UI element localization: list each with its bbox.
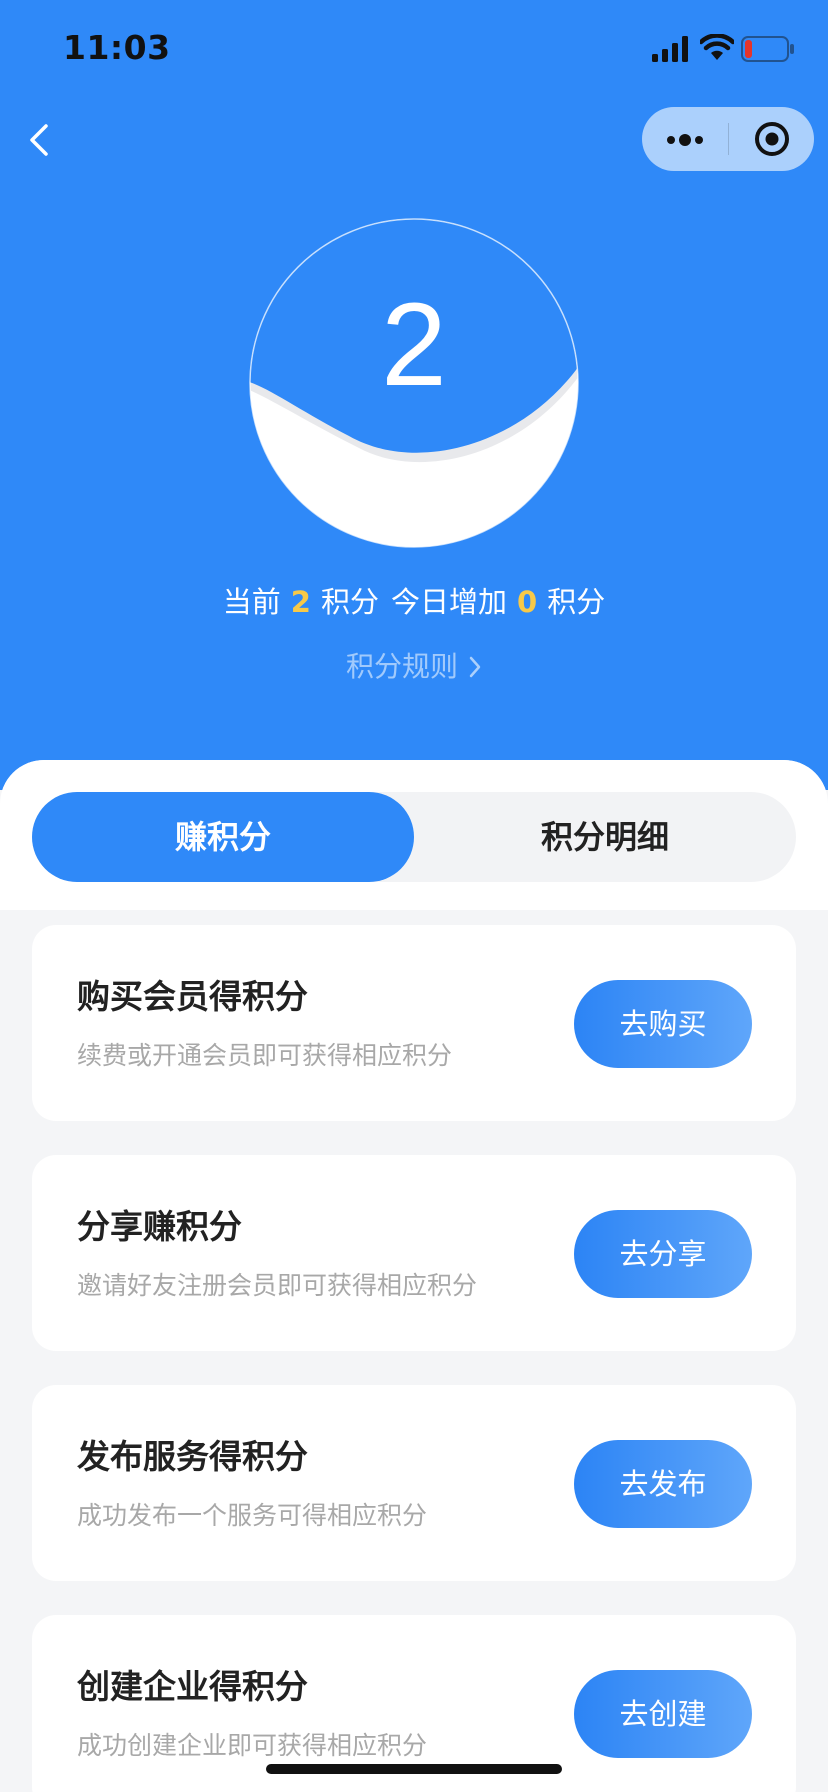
task-description: 续费或开通会员即可获得相应积分 <box>77 1041 453 1070</box>
task-card-publish-service: 发布服务得积分 成功发布一个服务可得相应积分 去发布 <box>32 1385 796 1581</box>
content-sheet: 赚积分 积分明细 购买会员得积分 续费或开通会员即可获得相应积分 去购买 分享赚… <box>0 760 828 1792</box>
rules-link-label: 积分规则 <box>345 650 458 683</box>
points-rules-link[interactable]: 积分规则 <box>0 645 828 689</box>
back-button[interactable] <box>22 118 62 162</box>
chevron-left-icon <box>30 124 48 156</box>
points-summary: 当前 2 积分 今日增加 0 积分 <box>0 580 828 624</box>
target-close-icon <box>755 122 789 156</box>
cellular-signal-icon <box>652 36 688 62</box>
share-button[interactable]: 去分享 <box>574 1210 752 1298</box>
tabs-container: 赚积分 积分明细 <box>0 760 828 910</box>
wifi-icon <box>700 34 734 60</box>
task-description: 成功发布一个服务可得相应积分 <box>77 1501 428 1530</box>
tab-bar: 赚积分 积分明细 <box>32 792 796 882</box>
points-unit-label: 积分 <box>320 585 379 619</box>
today-added-count: 0 <box>517 585 538 619</box>
task-title: 创建企业得积分 <box>77 1667 308 1706</box>
summary-prefix: 当前 <box>222 585 281 619</box>
points-balance: 2 <box>381 279 447 411</box>
task-card-share: 分享赚积分 邀请好友注册会员即可获得相应积分 去分享 <box>32 1155 796 1351</box>
current-points-count: 2 <box>290 585 311 619</box>
buy-button[interactable]: 去购买 <box>574 980 752 1068</box>
task-title: 购买会员得积分 <box>77 977 308 1016</box>
more-dots-icon <box>667 134 703 146</box>
more-options-button[interactable] <box>642 107 728 171</box>
tab-earn-points[interactable]: 赚积分 <box>32 792 414 882</box>
points-header: 11:03 2 当前 2 积分 今日增加 0 积分 积分规则 <box>0 0 828 790</box>
tab-points-detail[interactable]: 积分明细 <box>414 792 796 882</box>
home-indicator <box>266 1764 562 1774</box>
task-description: 邀请好友注册会员即可获得相应积分 <box>77 1271 478 1300</box>
create-button[interactable]: 去创建 <box>574 1670 752 1758</box>
publish-button[interactable]: 去发布 <box>574 1440 752 1528</box>
close-mini-program-button[interactable] <box>729 107 814 171</box>
task-title: 发布服务得积分 <box>77 1437 308 1476</box>
task-title: 分享赚积分 <box>77 1207 242 1246</box>
battery-low-icon <box>741 36 794 62</box>
mini-program-capsule <box>642 107 814 171</box>
task-description: 成功创建企业即可获得相应积分 <box>77 1731 428 1760</box>
status-bar: 11:03 <box>0 0 828 100</box>
today-added-label: 今日增加 <box>391 585 508 619</box>
status-time: 11:03 <box>63 28 171 67</box>
chevron-right-icon <box>469 656 481 678</box>
task-card-buy-membership: 购买会员得积分 续费或开通会员即可获得相应积分 去购买 <box>32 925 796 1121</box>
points-unit-label: 积分 <box>547 585 606 619</box>
